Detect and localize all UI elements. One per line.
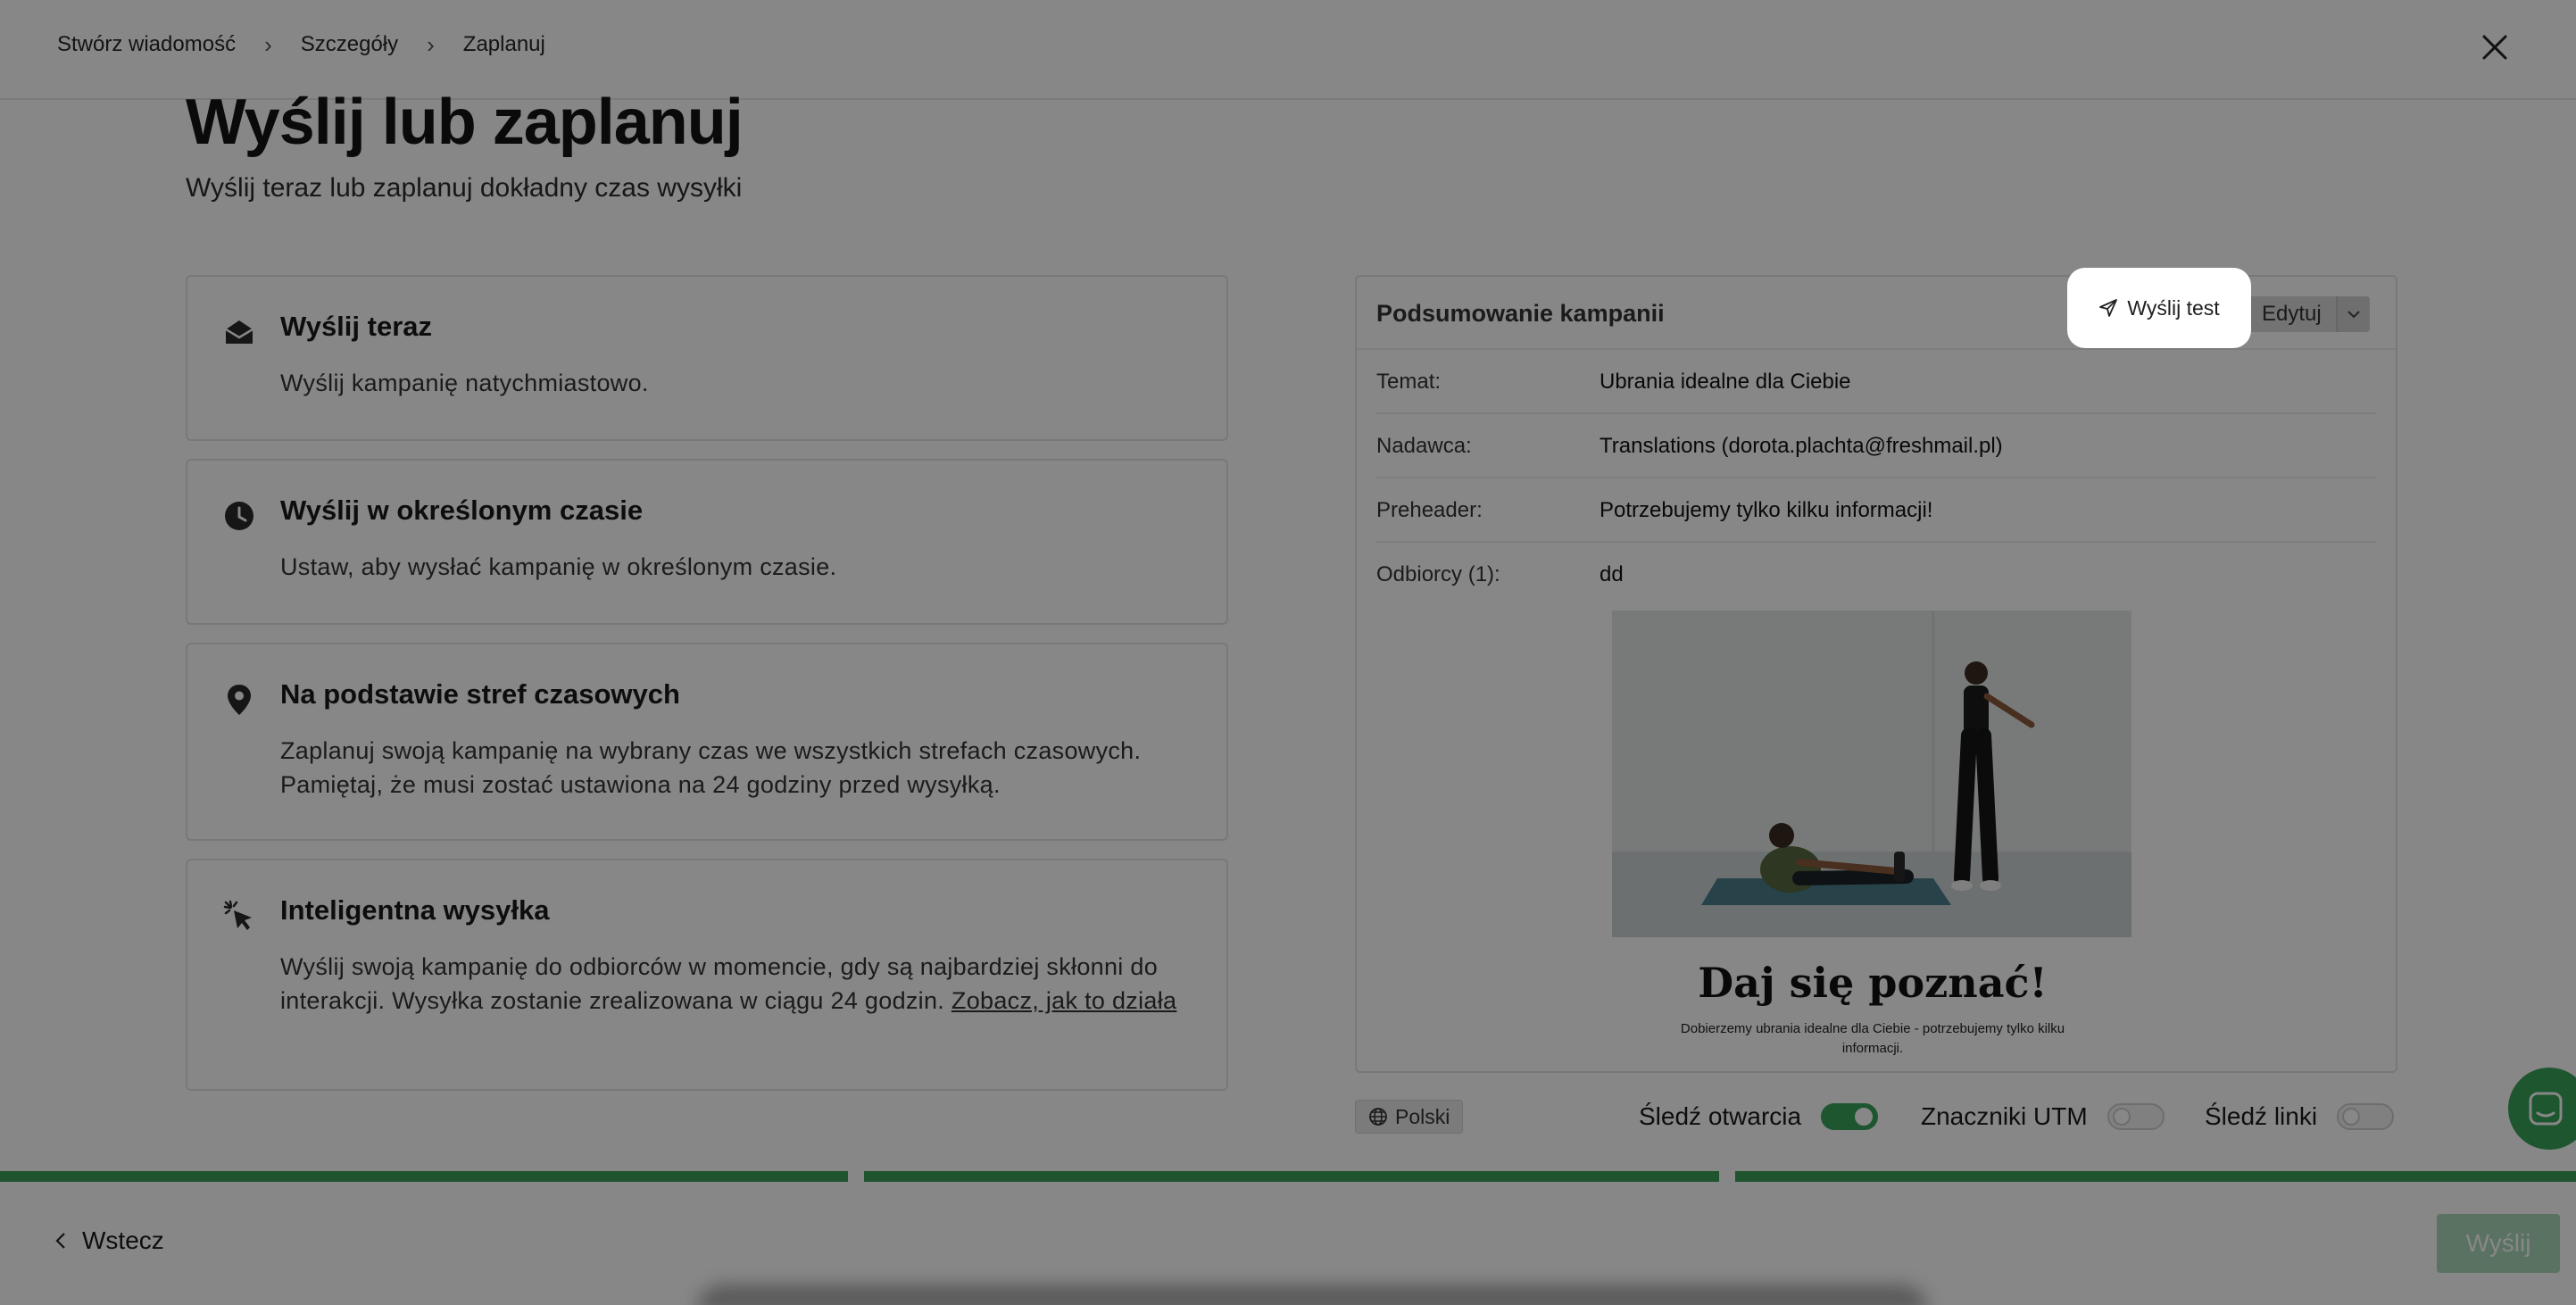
summary-title: Podsumowanie kampanii bbox=[1376, 300, 1665, 327]
how-it-works-link[interactable]: Zobacz, jak to działa bbox=[951, 987, 1176, 1014]
back-label: Wstecz bbox=[82, 1226, 164, 1254]
option-title: Wyślij teraz bbox=[280, 311, 433, 342]
chevron-right-icon: › bbox=[264, 31, 272, 58]
toggle-track-links: Śledź linki bbox=[2205, 1100, 2395, 1134]
email-preview: Daj się poznać! Dobierzemy ubrania ideal… bbox=[1612, 611, 2133, 1059]
preview-headline: Daj się poznać! bbox=[1698, 959, 2048, 1007]
summary-row-recipients: Odbiorcy (1): dd bbox=[1376, 543, 2376, 607]
progress-step-2 bbox=[864, 1171, 1719, 1182]
option-title: Na podstawie stref czasowych bbox=[280, 678, 680, 710]
option-description: Wyślij swoją kampanię do odbiorców w mom… bbox=[280, 950, 1182, 1018]
language-label: Polski bbox=[1395, 1104, 1450, 1128]
chat-icon bbox=[2529, 1092, 2563, 1126]
option-title: Wyślij w określonym czasie bbox=[280, 495, 644, 526]
option-description-line: Pamiętaj, że musi zostać ustawiona na 24… bbox=[280, 771, 1001, 798]
language-selector[interactable]: Polski bbox=[1355, 1100, 1464, 1134]
chevron-down-icon bbox=[2347, 311, 2360, 319]
summary-row-preheader: Preheader: Potrzebujemy tylko kilku info… bbox=[1376, 478, 2376, 543]
clock-icon bbox=[223, 500, 255, 532]
summary-row-sender: Nadawca: Translations (dorota.plachta@fr… bbox=[1376, 414, 2376, 478]
cursor-click-icon bbox=[223, 900, 255, 932]
edit-button-group: Edytuj bbox=[2248, 296, 2370, 332]
send-test-button[interactable]: Wyślij test bbox=[2067, 268, 2251, 348]
option-timezones[interactable]: Na podstawie stref czasowych Zaplanuj sw… bbox=[186, 643, 1228, 841]
summary-row-subject: Temat: Ubrania idealne dla Ciebie bbox=[1376, 350, 2376, 414]
summary-row-value: Ubrania idealne dla Ciebie bbox=[1600, 370, 1851, 394]
summary-row-label: Nadawca: bbox=[1376, 434, 1472, 458]
option-send-now[interactable]: Wyślij teraz Wyślij kampanię natychmiast… bbox=[186, 275, 1228, 441]
option-description-line: Zaplanuj swoją kampanię na wybrany czas … bbox=[280, 737, 1142, 764]
send-test-label: Wyślij test bbox=[2127, 295, 2220, 320]
chevron-right-icon: › bbox=[427, 31, 435, 58]
option-title: Inteligentna wysyłka bbox=[280, 894, 550, 926]
close-icon bbox=[2482, 35, 2507, 60]
send-button[interactable]: Wyślij bbox=[2437, 1214, 2560, 1273]
option-send-scheduled[interactable]: Wyślij w określonym czasie Ustaw, aby wy… bbox=[186, 459, 1228, 625]
close-button[interactable] bbox=[2476, 29, 2514, 66]
option-description: Wyślij kampanię natychmiastowo. bbox=[280, 370, 649, 396]
breadcrumb-item-create[interactable]: Stwórz wiadomość bbox=[57, 32, 236, 57]
map-pin-icon bbox=[223, 684, 255, 716]
option-smart-send[interactable]: Inteligentna wysyłka Wyślij swoją kampan… bbox=[186, 859, 1228, 1091]
chat-widget-button[interactable] bbox=[2508, 1068, 2576, 1150]
envelope-open-icon bbox=[223, 316, 255, 348]
bottom-panel-shadow bbox=[696, 1285, 1928, 1305]
option-description: Zaplanuj swoją kampanię na wybrany czas … bbox=[280, 734, 1182, 802]
page-subtitle: Wyślij teraz lub zaplanuj dokładny czas … bbox=[186, 173, 743, 203]
page-title: Wyślij lub zaplanuj bbox=[186, 87, 744, 158]
summary-row-label: Preheader: bbox=[1376, 498, 1483, 522]
summary-row-value: Potrzebujemy tylko kilku informacji! bbox=[1600, 498, 1933, 522]
edit-button[interactable]: Edytuj bbox=[2248, 296, 2336, 332]
globe-icon bbox=[1369, 1108, 1387, 1126]
summary-row-value: Translations (dorota.plachta@freshmail.p… bbox=[1600, 434, 2003, 458]
toggle-label: Śledź linki bbox=[2205, 1102, 2318, 1130]
preview-image bbox=[1612, 611, 2131, 937]
summary-row-label: Temat: bbox=[1376, 370, 1442, 394]
breadcrumb-item-details[interactable]: Szczegóły bbox=[301, 32, 398, 57]
paper-plane-icon bbox=[2099, 299, 2118, 317]
breadcrumb-item-schedule: Zaplanuj bbox=[462, 32, 545, 56]
option-description: Ustaw, aby wysłać kampanię w określonym … bbox=[280, 553, 837, 580]
breadcrumb: Stwórz wiadomość › Szczegóły › Zaplanuj bbox=[57, 32, 545, 57]
summary-row-label: Odbiorcy (1): bbox=[1376, 562, 1500, 586]
track-opens-switch[interactable] bbox=[1821, 1103, 1879, 1130]
back-button[interactable]: Wstecz bbox=[55, 1226, 164, 1255]
toggle-track-opens: Śledź otwarcia bbox=[1639, 1100, 1879, 1134]
chevron-left-icon bbox=[55, 1233, 65, 1249]
preview-text: Dobierzemy ubrania idealne dla Ciebie - … bbox=[1680, 1021, 2065, 1056]
edit-dropdown-button[interactable] bbox=[2335, 296, 2370, 332]
toggle-label: Znaczniki UTM bbox=[1921, 1102, 2088, 1130]
progress-step-3 bbox=[1735, 1171, 2576, 1182]
progress-step-1 bbox=[0, 1171, 848, 1182]
toggle-utm-tags: Znaczniki UTM bbox=[1921, 1100, 2165, 1134]
toggle-label: Śledź otwarcia bbox=[1639, 1102, 1802, 1130]
utm-tags-switch[interactable] bbox=[2107, 1103, 2165, 1130]
track-links-switch[interactable] bbox=[2337, 1103, 2395, 1130]
campaign-summary-panel: Podsumowanie kampanii Edytuj Temat: Ubra… bbox=[1355, 275, 2397, 1073]
summary-row-value: dd bbox=[1600, 562, 1624, 586]
